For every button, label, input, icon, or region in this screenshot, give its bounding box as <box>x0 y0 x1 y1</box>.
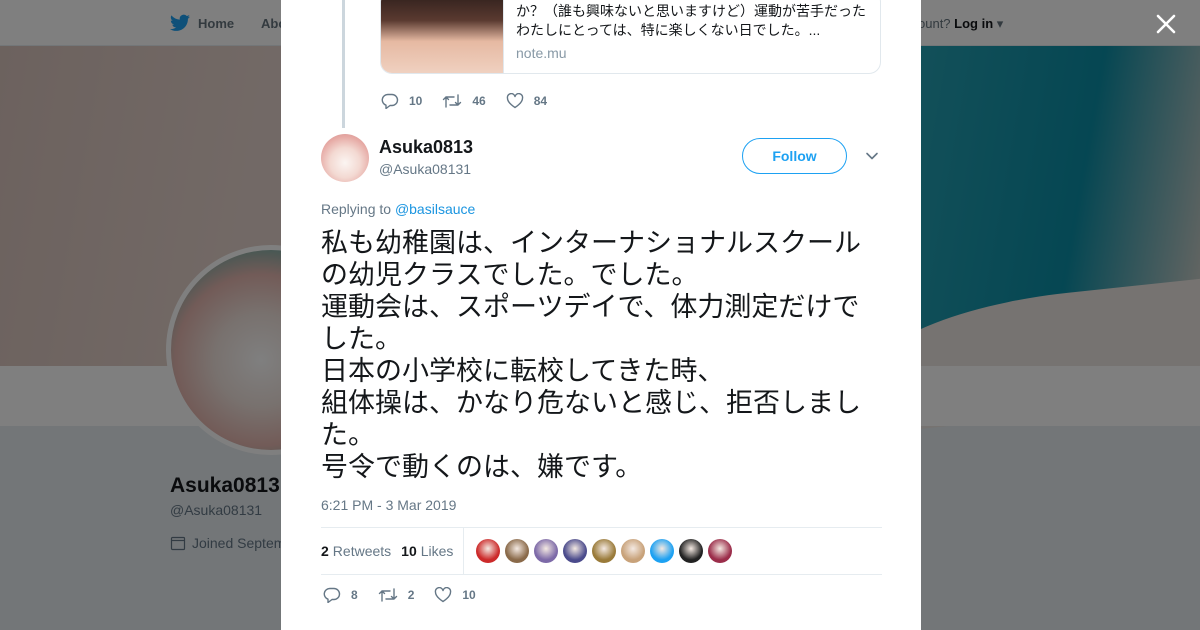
replying-to-line: Replying to @basilsauce <box>321 201 475 217</box>
heart-icon <box>435 587 452 603</box>
link-preview-description: か？（誰も興味ないと思いますけど）運動が苦手だったわたしにとっては、特に楽しくな… <box>516 3 866 38</box>
parent-reply-button[interactable]: 10 <box>381 93 422 109</box>
link-preview-card[interactable]: か？（誰も興味ないと思いますけど）運動が苦手だったわたしにとっては、特に楽しくな… <box>380 0 881 74</box>
like-count: 10 <box>462 588 476 602</box>
likes-stat[interactable]: 10 Likes <box>401 543 453 559</box>
follow-button[interactable]: Follow <box>742 138 847 174</box>
close-icon[interactable] <box>1152 10 1180 38</box>
likes-stat-count: 10 <box>401 543 417 559</box>
author-display-name[interactable]: Asuka0813 <box>379 137 473 158</box>
retweets-stat[interactable]: 2 Retweets <box>321 543 391 559</box>
tweet-text-line: 日本の小学校に転校してきた時、 <box>321 356 725 386</box>
liker-avatar[interactable] <box>534 539 559 563</box>
replying-to-link[interactable]: @basilsauce <box>395 201 475 217</box>
liker-avatar[interactable] <box>708 539 733 563</box>
liker-avatar[interactable] <box>505 539 530 563</box>
tweet-modal: か？（誰も興味ないと思いますけど）運動が苦手だったわたしにとっては、特に楽しくな… <box>281 0 921 630</box>
retweets-stat-count: 2 <box>321 543 329 559</box>
chevron-down-icon[interactable] <box>864 148 880 164</box>
parent-like-count: 84 <box>533 94 548 108</box>
parent-retweet-button[interactable]: 46 <box>442 93 486 109</box>
reply-icon <box>381 93 399 109</box>
author-avatar[interactable] <box>321 134 369 182</box>
parent-like-button[interactable]: 84 <box>506 93 547 109</box>
tweet-text-line: 号令で動くのは、嫌です。 <box>321 452 643 482</box>
tweet-text-line: 運動会は、スポーツデイで、体力測定だけでした。 <box>321 292 860 354</box>
parent-retweet-count: 46 <box>472 94 486 108</box>
thread-connector-line <box>342 0 345 128</box>
retweets-stat-label: Retweets <box>332 543 392 559</box>
link-preview-image <box>381 0 504 73</box>
retweet-button[interactable]: 2 <box>378 587 415 603</box>
liker-avatar[interactable] <box>621 539 646 563</box>
liker-avatar[interactable] <box>679 539 704 563</box>
reply-icon <box>323 587 341 603</box>
tweet-stats: 2 Retweets 10 Likes <box>321 527 882 575</box>
heart-icon <box>506 93 523 109</box>
tweet-timestamp[interactable]: 6:21 PM - 3 Mar 2019 <box>321 497 456 513</box>
retweet-count: 2 <box>407 588 415 602</box>
likes-stat-label: Likes <box>420 543 454 559</box>
liker-avatar[interactable] <box>650 539 675 563</box>
tweet-text-line: 私も幼稚園は、インターナショナルスクールの幼児クラスでした。でした。 <box>321 228 861 290</box>
reply-count: 8 <box>351 588 358 602</box>
reply-button[interactable]: 8 <box>323 587 358 603</box>
link-preview-domain: note.mu <box>516 45 567 61</box>
stats-divider <box>463 527 465 575</box>
link-preview-body: か？（誰も興味ないと思いますけど）運動が苦手だったわたしにとっては、特に楽しくな… <box>504 0 880 73</box>
parent-tweet-actions: 10 46 84 <box>381 93 567 109</box>
liker-avatar[interactable] <box>476 539 501 563</box>
liker-avatar[interactable] <box>592 539 617 563</box>
retweet-icon <box>443 94 462 108</box>
liker-avatar[interactable] <box>563 539 588 563</box>
author-handle[interactable]: @Asuka08131 <box>379 161 471 177</box>
replying-to-prefix: Replying to <box>321 201 392 217</box>
liker-avatars <box>476 539 733 563</box>
tweet-actions: 8 2 10 <box>323 587 496 603</box>
parent-reply-count: 10 <box>409 94 423 108</box>
tweet-text-line: 組体操は、かなり危ないと感じ、拒否しました。 <box>321 388 861 450</box>
like-button[interactable]: 10 <box>434 587 476 603</box>
tweet-text: 私も幼稚園は、インターナショナルスクールの幼児クラスでした。でした。 運動会は、… <box>321 227 886 483</box>
retweet-icon <box>378 588 397 602</box>
